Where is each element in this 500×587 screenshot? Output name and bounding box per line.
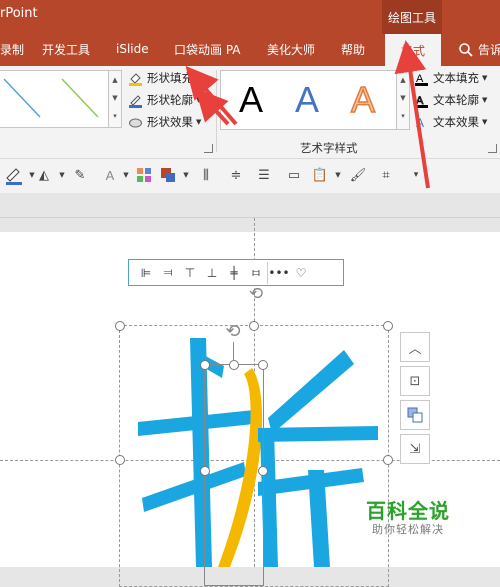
watermark-title: 百科全说 <box>366 499 450 523</box>
arrow-to-shape-fill <box>185 65 238 126</box>
watermark-subtitle: 助你轻松解决 <box>372 523 444 536</box>
arrow-to-format-tab <box>394 40 430 189</box>
annotation-arrows <box>185 40 430 189</box>
